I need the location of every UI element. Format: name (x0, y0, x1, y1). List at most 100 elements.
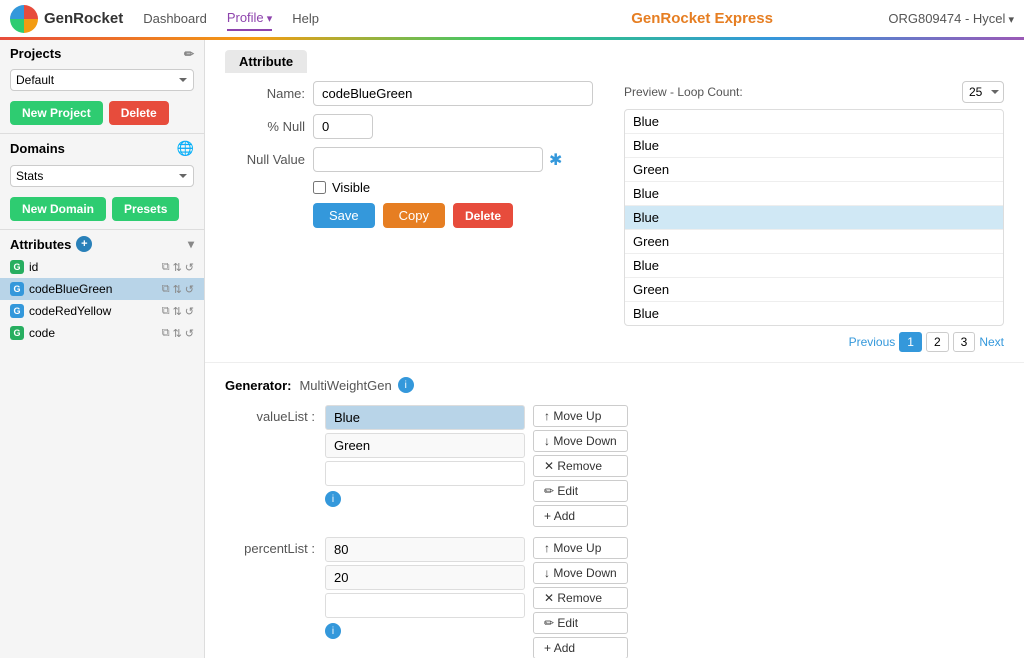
percent-list-wrap: 80 20 i Move Up Move Down Remove Edit Ad… (325, 537, 628, 658)
projects-edit-icon[interactable]: ✏ (184, 47, 194, 61)
delete-project-button[interactable]: Delete (109, 101, 169, 125)
preview-count-select[interactable]: 25 (962, 81, 1004, 103)
presets-button[interactable]: Presets (112, 197, 179, 221)
attr-refresh-icon-cry[interactable]: ↺ (185, 305, 194, 318)
attr-copy-icon-cry[interactable]: ⧉ (162, 305, 170, 318)
sidebar-item-codebluegreen[interactable]: G codeBlueGreen ⧉ ⇅ ↺ (0, 278, 204, 300)
attr-move-icon-id[interactable]: ⇅ (173, 261, 182, 274)
value-list-item-blue[interactable]: Blue (325, 405, 525, 430)
value-list-container: Blue Green i (325, 405, 525, 507)
domains-select-wrap: Stats (0, 163, 204, 193)
form-btn-row: Save Copy Delete (225, 203, 604, 228)
value-remove-button[interactable]: Remove (533, 455, 628, 477)
sidebar-item-coderedyellow[interactable]: G codeRedYellow ⧉ ⇅ ↺ (0, 300, 204, 322)
percent-list-new-input[interactable] (325, 593, 525, 618)
new-domain-button[interactable]: New Domain (10, 197, 106, 221)
attributes-label: Attributes (10, 237, 71, 252)
value-list-new-input[interactable] (325, 461, 525, 486)
main-layout: Projects ✏ Default New Project Delete Do… (0, 40, 1024, 658)
page-btn-3[interactable]: 3 (953, 332, 976, 352)
delete-attribute-button[interactable]: Delete (453, 203, 513, 228)
value-list-label: valueList : (225, 405, 315, 424)
value-list-info-icon[interactable]: i (325, 491, 341, 507)
attr-name-code: code (29, 326, 55, 340)
generator-info-icon[interactable]: i (398, 377, 414, 393)
page-btn-1[interactable]: 1 (899, 332, 922, 352)
percent-move-down-button[interactable]: Move Down (533, 562, 628, 584)
attr-icon-code: G (10, 326, 24, 340)
percent-list-container: 80 20 i (325, 537, 525, 639)
projects-select-wrap: Default (0, 67, 204, 97)
attr-copy-icon-code[interactable]: ⧉ (162, 327, 170, 340)
projects-label: Projects (10, 46, 61, 61)
attr-move-icon-code[interactable]: ⇅ (173, 327, 182, 340)
attribute-form: Name: % Null Null Value ✱ Visible (225, 81, 1004, 352)
null-value-row: Null Value ✱ (225, 147, 604, 172)
attribute-tab: Attribute (225, 50, 307, 73)
attr-icon-id: G (10, 260, 24, 274)
new-project-button[interactable]: New Project (10, 101, 103, 125)
domains-section: Domains 🌐 (0, 134, 204, 163)
null-input[interactable] (313, 114, 373, 139)
attr-form-left: Name: % Null Null Value ✱ Visible (225, 81, 604, 352)
attr-copy-icon-cbg[interactable]: ⧉ (162, 283, 170, 296)
preview-item: Green (625, 158, 1003, 182)
value-list-row: valueList : Blue Green i Move Up Move Do… (225, 405, 1004, 527)
percent-edit-button[interactable]: Edit (533, 612, 628, 634)
null-value-label: Null Value (225, 152, 305, 167)
add-attribute-icon[interactable]: + (76, 236, 92, 252)
value-list-item-green[interactable]: Green (325, 433, 525, 458)
logo[interactable]: GenRocket (10, 5, 123, 33)
org-selector[interactable]: ORG809474 - Hycel (888, 11, 1014, 26)
sidebar-item-id[interactable]: G id ⧉ ⇅ ↺ (0, 256, 204, 278)
preview-label: Preview - Loop Count: (624, 85, 743, 99)
attr-icon-codebluegreen: G (10, 282, 24, 296)
attr-refresh-icon-code[interactable]: ↺ (185, 327, 194, 340)
percent-add-button[interactable]: Add (533, 637, 628, 658)
percent-list-info-icon[interactable]: i (325, 623, 341, 639)
attr-refresh-icon-id[interactable]: ↺ (185, 261, 194, 274)
attr-refresh-icon-cbg[interactable]: ↺ (185, 283, 194, 296)
logo-text: GenRocket (44, 10, 123, 27)
page-btn-2[interactable]: 2 (926, 332, 949, 352)
attr-move-icon-cbg[interactable]: ⇅ (173, 283, 182, 296)
name-input[interactable] (313, 81, 593, 106)
generator-header: Generator: MultiWeightGen i (225, 377, 1004, 393)
projects-select[interactable]: Default (10, 69, 194, 91)
generator-label: Generator: (225, 378, 291, 393)
domains-select[interactable]: Stats (10, 165, 194, 187)
value-move-up-button[interactable]: Move Up (533, 405, 628, 427)
percent-list-item-20[interactable]: 20 (325, 565, 525, 590)
value-edit-button[interactable]: Edit (533, 480, 628, 502)
nav-help[interactable]: Help (292, 7, 319, 30)
percent-move-up-button[interactable]: Move Up (533, 537, 628, 559)
attr-move-icon-cry[interactable]: ⇅ (173, 305, 182, 318)
asterisk-icon: ✱ (549, 150, 562, 170)
pagination-previous[interactable]: Previous (849, 335, 896, 349)
nav-dashboard[interactable]: Dashboard (143, 7, 207, 30)
percent-remove-button[interactable]: Remove (533, 587, 628, 609)
save-attribute-button[interactable]: Save (313, 203, 375, 228)
visible-checkbox[interactable] (313, 181, 326, 194)
nav-links: Dashboard Profile Help (143, 6, 516, 31)
preview-item: Green (625, 230, 1003, 254)
percent-list-actions: Move Up Move Down Remove Edit Add (533, 537, 628, 658)
sidebar-item-code[interactable]: G code ⧉ ⇅ ↺ (0, 322, 204, 344)
nav-profile[interactable]: Profile (227, 6, 272, 31)
attributes-chevron-icon[interactable]: ▾ (188, 237, 194, 251)
value-move-down-button[interactable]: Move Down (533, 430, 628, 452)
attr-icon-cry: G (10, 304, 24, 318)
value-add-button[interactable]: Add (533, 505, 628, 527)
null-row: % Null (225, 114, 604, 139)
main-content: Attribute Name: % Null Null Value ✱ (205, 40, 1024, 658)
attr-copy-icon-id[interactable]: ⧉ (162, 261, 170, 274)
percent-list-item-80[interactable]: 80 (325, 537, 525, 562)
pagination-next[interactable]: Next (979, 335, 1004, 349)
generator-section: Generator: MultiWeightGen i valueList : … (205, 363, 1024, 658)
attr-name-id: id (29, 260, 38, 274)
visible-row: Visible (225, 180, 604, 195)
attribute-section: Attribute Name: % Null Null Value ✱ (205, 40, 1024, 363)
copy-attribute-button[interactable]: Copy (383, 203, 445, 228)
value-list-wrap: Blue Green i Move Up Move Down Remove Ed… (325, 405, 628, 527)
null-value-input[interactable] (313, 147, 543, 172)
